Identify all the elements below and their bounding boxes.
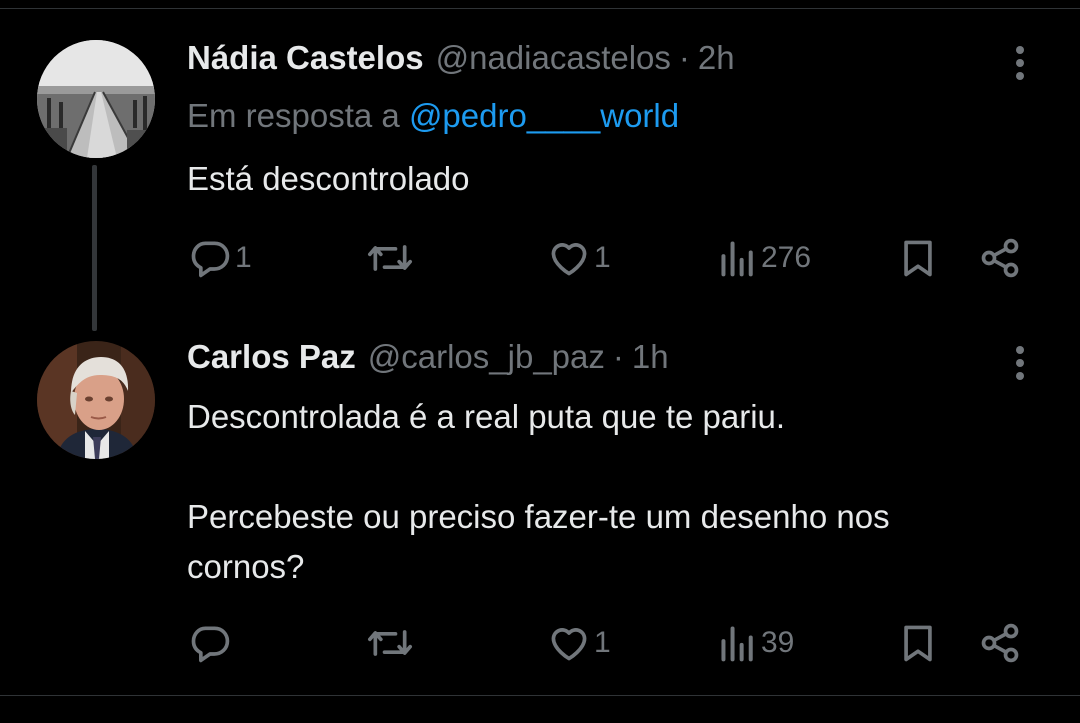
display-name[interactable]: Nádia Castelos — [187, 39, 424, 77]
reply-button[interactable] — [188, 618, 235, 668]
bookmark-button[interactable] — [896, 233, 940, 283]
top-divider — [0, 8, 1080, 9]
repost-button[interactable] — [366, 618, 417, 668]
views-count: 276 — [761, 241, 812, 274]
share-icon — [976, 621, 1024, 665]
timestamp[interactable]: 1h — [632, 338, 669, 376]
views-icon — [718, 621, 758, 665]
bookmark-icon — [896, 621, 940, 665]
tweet-header: Nádia Castelos @nadiacastelos · 2h — [187, 39, 735, 83]
timestamp[interactable]: 2h — [698, 39, 735, 77]
reply-icon — [188, 621, 232, 665]
reply-context: Em resposta a @pedro____world — [187, 97, 679, 135]
like-button[interactable]: 1 — [547, 233, 611, 283]
share-button[interactable] — [976, 618, 1024, 668]
repost-icon — [366, 621, 414, 665]
more-options-button[interactable] — [1003, 38, 1037, 88]
more-icon — [1016, 346, 1024, 380]
reply-count: 1 — [235, 241, 252, 274]
like-count: 1 — [594, 241, 611, 274]
boardwalk-photo-avatar — [37, 40, 155, 158]
separator-dot: · — [612, 338, 624, 375]
tweet-header: Carlos Paz @carlos_jb_paz · 1h — [187, 338, 669, 382]
share-icon — [976, 236, 1024, 280]
handle[interactable]: @carlos_jb_paz — [368, 338, 605, 376]
like-icon — [547, 621, 591, 665]
views-button[interactable]: 276 — [718, 233, 811, 283]
bottom-divider — [0, 695, 1080, 696]
like-count: 1 — [594, 626, 611, 659]
avatar-nadia[interactable] — [37, 40, 155, 158]
more-options-button[interactable] — [1003, 338, 1037, 388]
share-button[interactable] — [976, 233, 1024, 283]
views-button[interactable]: 39 — [718, 618, 794, 668]
reply-button[interactable]: 1 — [188, 233, 252, 283]
bookmark-button[interactable] — [896, 618, 940, 668]
repost-icon — [366, 236, 414, 280]
views-count: 39 — [761, 626, 795, 659]
display-name[interactable]: Carlos Paz — [187, 338, 356, 376]
repost-button[interactable] — [366, 233, 417, 283]
reply-icon — [188, 236, 232, 280]
tweet-text: Descontrolada é a real puta que te pariu… — [187, 398, 890, 585]
avatar-carlos[interactable] — [37, 341, 155, 459]
reply-mention-link[interactable]: @pedro____world — [409, 97, 679, 134]
views-icon — [718, 236, 758, 280]
handle[interactable]: @nadiacastelos — [436, 39, 671, 77]
thread-connector-line — [92, 165, 97, 331]
like-icon — [547, 236, 591, 280]
tweet-text: Está descontrolado — [187, 160, 470, 197]
reply-prefix: Em resposta a — [187, 97, 400, 134]
man-portrait-avatar — [37, 341, 155, 459]
like-button[interactable]: 1 — [547, 618, 611, 668]
more-icon — [1016, 46, 1024, 80]
separator-dot: · — [678, 39, 690, 76]
bookmark-icon — [896, 236, 940, 280]
